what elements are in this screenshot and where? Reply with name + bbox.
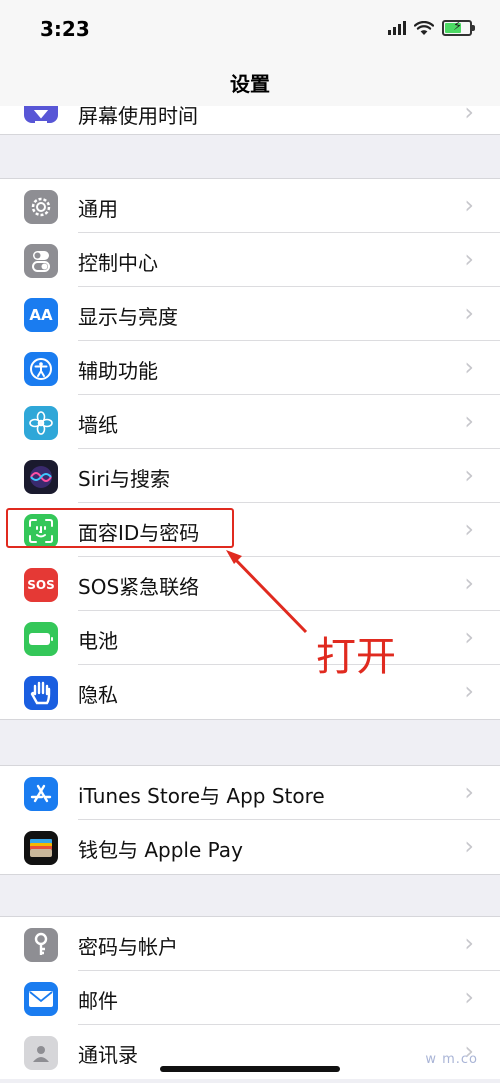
annotation-text: 打开	[316, 634, 396, 680]
annotation-arrow-icon	[226, 550, 308, 634]
watermark: w m.co	[425, 1052, 478, 1067]
home-indicator[interactable]	[160, 1066, 340, 1072]
